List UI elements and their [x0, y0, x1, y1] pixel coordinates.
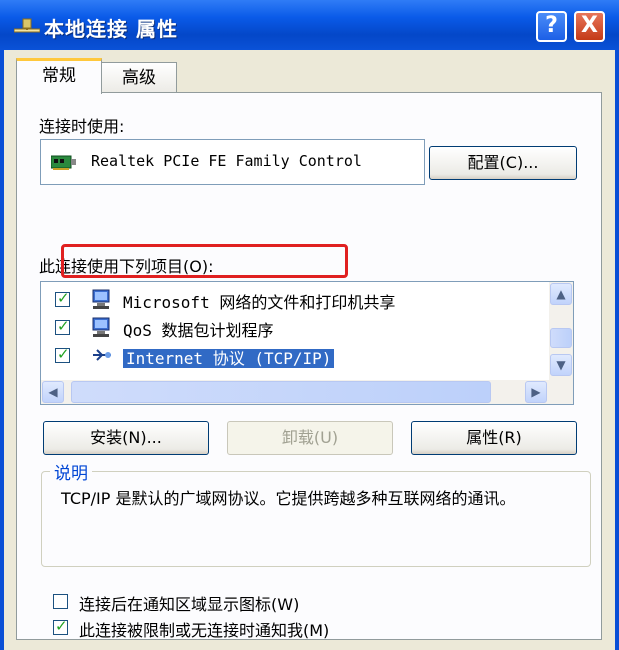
connect-using-label: 连接时使用: [39, 117, 125, 136]
network-service-icon [92, 289, 110, 309]
list-item-selected[interactable]: ✓ Internet 协议 (TCP/IP) [41, 341, 539, 369]
list-item-label: QoS 数据包计划程序 [123, 321, 274, 340]
general-tab-panel: 连接时使用: Realtek PCIe FE Family Control 配置… [16, 92, 602, 640]
notify-checkbox[interactable]: ✓ [53, 617, 68, 635]
list-item-label: Microsoft 网络的文件和打印机共享 [123, 293, 396, 312]
install-button[interactable]: 安装(N)... [43, 421, 209, 455]
horizontal-scroll-thumb[interactable] [71, 381, 491, 403]
components-list[interactable]: ✓ Microsoft 网络的文件和打印机共享 ✓ QoS 数据包计划程序 ✓ … [40, 281, 574, 405]
network-adapter-icon [51, 155, 76, 170]
tab-advanced[interactable]: 高级 [101, 62, 177, 92]
check-icon: ✓ [55, 617, 68, 635]
list-item-checkbox[interactable]: ✓ [55, 317, 70, 335]
network-service-icon [92, 317, 110, 337]
scroll-up-icon[interactable]: ▲ [550, 283, 572, 305]
list-item-label: Internet 协议 (TCP/IP) [123, 345, 335, 369]
close-button[interactable]: X [574, 11, 605, 42]
vertical-scrollbar[interactable]: ▲ ▼ [549, 282, 573, 380]
adapter-field: Realtek PCIe FE Family Control [40, 139, 425, 185]
list-item-checkbox[interactable]: ✓ [55, 345, 70, 363]
notify-label: 此连接被限制或无连接时通知我(M) [79, 621, 330, 640]
list-item[interactable]: ✓ QoS 数据包计划程序 [41, 313, 539, 341]
show-icon-label: 连接后在通知区域显示图标(W) [79, 595, 300, 614]
adapter-name: Realtek PCIe FE Family Control [91, 152, 362, 170]
protocol-icon [93, 349, 111, 361]
vertical-scroll-thumb[interactable] [550, 328, 572, 348]
description-groupbox [41, 471, 591, 567]
description-label: 说明 [50, 459, 92, 484]
configure-button[interactable]: 配置(C)... [429, 146, 577, 180]
dialog-client-area: 常规 高级 连接时使用: Realtek PCIe FE Family Cont… [4, 50, 615, 650]
tab-general[interactable]: 常规 [16, 58, 102, 94]
uninstall-button[interactable]: 卸载(U) [227, 421, 393, 455]
title-bar[interactable]: 本地连接 属性 ? X [0, 0, 619, 50]
scroll-left-icon[interactable]: ◀ [42, 381, 64, 403]
annotation-highlight-box [61, 244, 348, 278]
scroll-down-icon[interactable]: ▼ [550, 354, 572, 376]
check-icon: ✓ [57, 289, 70, 307]
check-icon: ✓ [57, 317, 70, 335]
list-item[interactable]: ✓ Microsoft 网络的文件和打印机共享 [41, 285, 539, 313]
horizontal-scrollbar[interactable]: ◀ ▶ [41, 380, 573, 404]
description-text: TCP/IP 是默认的广域网协议。它提供跨越多种互联网络的通讯。 [61, 489, 516, 508]
window-title: 本地连接 属性 [44, 17, 178, 41]
dialog-window: 本地连接 属性 ? X 常规 高级 连接时使用: Realtek PCIe FE… [0, 0, 619, 650]
help-button[interactable]: ? [536, 11, 567, 42]
check-icon: ✓ [57, 345, 70, 363]
show-icon-checkbox[interactable] [53, 594, 68, 609]
properties-button[interactable]: 属性(R) [411, 421, 577, 455]
list-item-checkbox[interactable]: ✓ [55, 289, 70, 307]
network-connection-icon [14, 18, 40, 33]
selected-item-text: Internet 协议 (TCP/IP) [123, 349, 335, 368]
scroll-right-icon[interactable]: ▶ [525, 381, 547, 403]
